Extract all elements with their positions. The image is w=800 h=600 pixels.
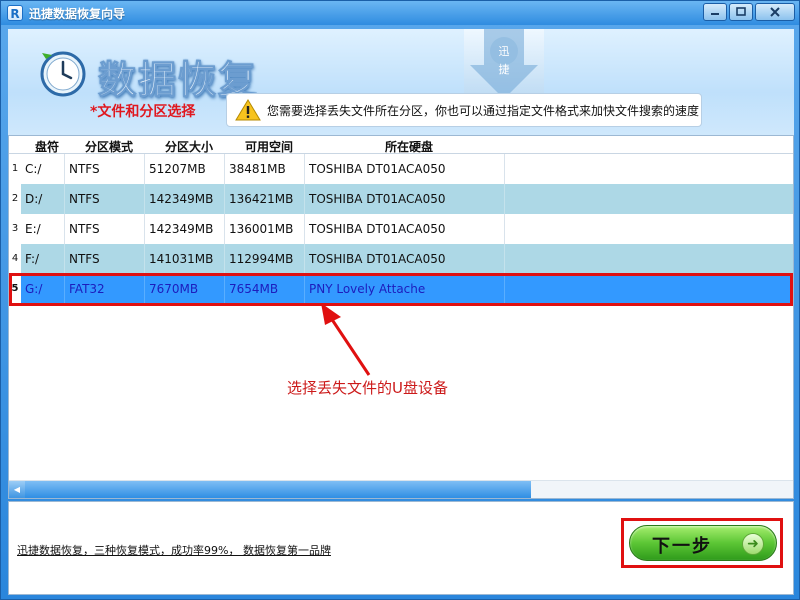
minimize-icon — [711, 13, 719, 15]
cell-free: 136001MB — [225, 214, 305, 244]
table-row[interactable]: 1 C:/ NTFS 51207MB 38481MB TOSHIBA DT01A… — [9, 154, 793, 184]
slogan-link[interactable]: 迅捷数据恢复，三种恢复模式，成功率99%， 数据恢复第一品牌 — [17, 542, 331, 558]
window-title: 迅捷数据恢复向导 — [29, 6, 126, 21]
table-header: 盘符 分区模式 分区大小 可用空间 所在硬盘 — [9, 136, 793, 154]
table-row[interactable]: 3 E:/ NTFS 142349MB 136001MB TOSHIBA DT0… — [9, 214, 793, 244]
cell-free: 38481MB — [225, 154, 305, 184]
cell-disk: TOSHIBA DT01ACA050 — [305, 214, 505, 244]
app-icon: R — [7, 5, 23, 21]
cell-size: 141031MB — [145, 244, 225, 274]
row-index: 4 — [9, 244, 21, 274]
close-icon — [770, 7, 780, 17]
column-header-drive: 盘符 — [34, 140, 59, 154]
warning-icon — [235, 99, 261, 121]
table-row-selected[interactable]: 5 G:/ FAT32 7670MB 7654MB PNY Lovely Att… — [9, 274, 793, 304]
next-button-highlight: 下一步 ➜ — [621, 518, 783, 568]
cell-disk: PNY Lovely Attache — [305, 274, 505, 304]
scroll-left-icon[interactable]: ◀ — [9, 481, 25, 498]
next-button[interactable]: 下一步 ➜ — [629, 525, 777, 561]
footer-panel: 迅捷数据恢复，三种恢复模式，成功率99%， 数据恢复第一品牌 下一步 ➜ — [8, 501, 794, 595]
column-header-disk: 所在硬盘 — [384, 140, 433, 154]
maximize-icon — [736, 7, 746, 16]
minimize-button[interactable] — [703, 3, 727, 21]
tip-text: 您需要选择丢失文件所在分区，你也可以通过指定文件格式来加快文件搜索的速度 — [267, 103, 700, 118]
cell-filesystem: FAT32 — [65, 274, 145, 304]
clock-icon — [40, 51, 86, 97]
cell-drive: D:/ — [21, 184, 65, 214]
column-header-filesystem: 分区模式 — [84, 140, 133, 154]
cell-free: 7654MB — [225, 274, 305, 304]
table-row[interactable]: 4 F:/ NTFS 141031MB 112994MB TOSHIBA DT0… — [9, 244, 793, 274]
title-bar: R 迅捷数据恢复向导 — [1, 1, 799, 25]
cell-filesystem: NTFS — [65, 184, 145, 214]
step-label: *文件和分区选择 — [90, 104, 196, 120]
next-button-label: 下一步 — [652, 536, 712, 557]
window-controls — [703, 3, 795, 21]
header-banner: 数据恢复 迅 捷 *文件和分区选择 您需要选择丢失文件所在分区，你也可以通过指定… — [8, 29, 794, 135]
cell-free: 136421MB — [225, 184, 305, 214]
annotation-arrow — [321, 303, 371, 376]
cell-drive: G:/ — [21, 274, 65, 304]
row-index: 5 — [9, 274, 21, 304]
cell-filesystem: NTFS — [65, 214, 145, 244]
cell-disk: TOSHIBA DT01ACA050 — [305, 184, 505, 214]
cell-drive: F:/ — [21, 244, 65, 274]
row-index: 1 — [9, 154, 21, 184]
cell-disk: TOSHIBA DT01ACA050 — [305, 244, 505, 274]
table-row[interactable]: 2 D:/ NTFS 142349MB 136421MB TOSHIBA DT0… — [9, 184, 793, 214]
cell-filesystem: NTFS — [65, 244, 145, 274]
cell-size: 7670MB — [145, 274, 225, 304]
annotation-text: 选择丢失文件的U盘设备 — [287, 379, 448, 397]
svg-text:捷: 捷 — [499, 62, 510, 76]
cell-filesystem: NTFS — [65, 154, 145, 184]
cell-disk: TOSHIBA DT01ACA050 — [305, 154, 505, 184]
partition-table: 盘符 分区模式 分区大小 可用空间 所在硬盘 1 C:/ NTFS 51207M… — [8, 135, 794, 499]
horizontal-scrollbar[interactable]: ◀ — [9, 480, 793, 498]
row-index: 2 — [9, 184, 21, 214]
cell-free: 112994MB — [225, 244, 305, 274]
row-index: 3 — [9, 214, 21, 244]
cell-size: 142349MB — [145, 214, 225, 244]
column-header-free: 可用空间 — [244, 140, 293, 154]
cell-size: 142349MB — [145, 184, 225, 214]
arrow-right-icon: ➜ — [742, 533, 764, 555]
cell-drive: C:/ — [21, 154, 65, 184]
logo-text: 迅 — [499, 45, 510, 58]
column-header-size: 分区大小 — [164, 140, 213, 154]
maximize-button[interactable] — [729, 3, 753, 21]
cell-drive: E:/ — [21, 214, 65, 244]
close-button[interactable] — [755, 3, 795, 21]
scrollbar-thumb[interactable] — [25, 481, 531, 498]
tip-box: 您需要选择丢失文件所在分区，你也可以通过指定文件格式来加快文件搜索的速度 — [226, 93, 702, 127]
recovery-wizard-window: R 迅捷数据恢复向导 数据恢复 迅 捷 *文件和分区选择 您需要选择丢失文件所在… — [0, 0, 800, 600]
cell-size: 51207MB — [145, 154, 225, 184]
